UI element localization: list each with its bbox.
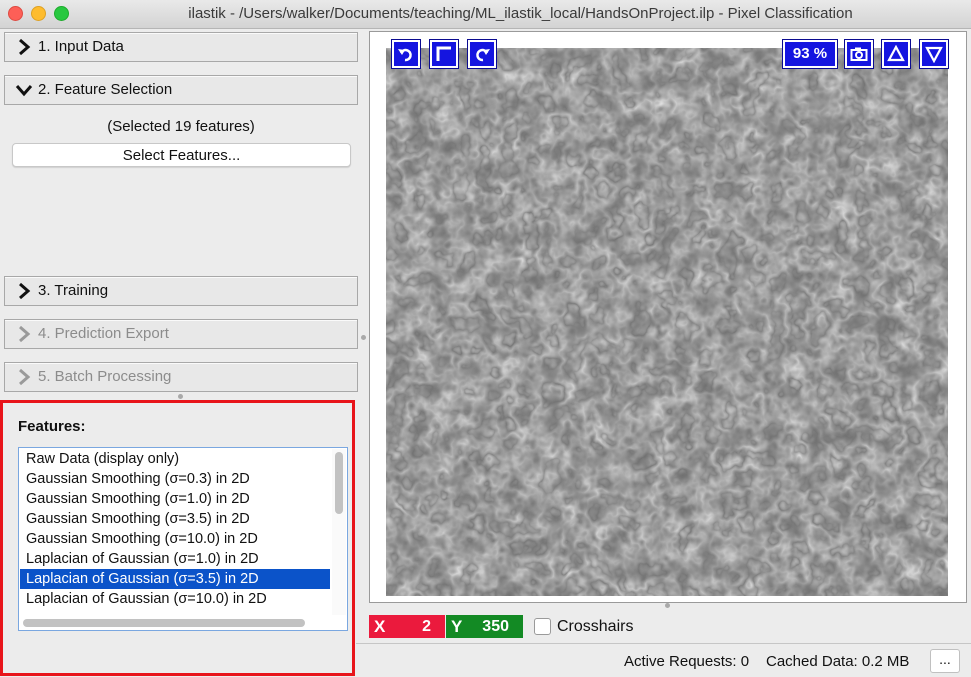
chevron-right-icon [19,38,31,56]
triangle-up-icon[interactable] [882,40,910,68]
active-requests: Active Requests: 0 [624,653,750,670]
vertical-splitter-handle[interactable] [361,335,366,340]
applet-header-training[interactable]: 3. Training [4,276,358,306]
applet-header-feature-selection[interactable]: 2. Feature Selection [4,75,358,105]
feature-selection-body: (Selected 19 features) Select Features..… [4,106,358,276]
feature-item[interactable]: Gaussian Smoothing (σ=3.5) in 2D [20,509,330,529]
applet-header-prediction-export[interactable]: 4. Prediction Export [4,319,358,349]
vertical-scrollbar-thumb[interactable] [335,452,343,514]
features-list[interactable]: Raw Data (display only) Gaussian Smoothi… [18,447,348,631]
viewer-splitter-handle[interactable] [665,603,670,608]
selected-features-count: (Selected 19 features) [107,118,255,135]
microscopy-image [386,48,948,596]
crosshairs-checkbox[interactable] [534,618,551,635]
more-button[interactable]: ... [930,649,960,673]
vertical-scrollbar[interactable] [332,449,346,615]
close-window-button[interactable] [8,6,23,21]
feature-item[interactable]: Gaussian Smoothing (σ=10.0) in 2D [20,529,330,549]
redo-arrow-icon[interactable] [468,40,496,68]
applet-label: 5. Batch Processing [38,368,172,385]
horizontal-splitter-handle[interactable] [178,394,183,399]
applet-label: 4. Prediction Export [38,325,169,342]
feature-item[interactable]: Gaussian Smoothing (σ=1.0) in 2D [20,489,330,509]
crosshairs-label: Crosshairs [557,618,634,635]
feature-item[interactable]: Raw Data (display only) [20,449,330,469]
y-coordinate: Y 350 [446,615,523,638]
cached-data: Cached Data: 0.2 MB [766,653,910,670]
applet-header-input-data[interactable]: 1. Input Data [4,32,358,62]
maximize-window-button[interactable] [54,6,69,21]
applet-header-batch-processing[interactable]: 5. Batch Processing [4,362,358,392]
undo-arrow-icon[interactable] [392,40,420,68]
features-label: Features: [18,418,86,435]
y-axis-label: Y [451,617,463,636]
camera-icon[interactable] [845,40,873,68]
x-axis-label: X [374,617,386,636]
image-canvas[interactable] [386,48,948,596]
applet-label: 3. Training [38,282,109,299]
feature-item-selected[interactable]: Laplacian of Gaussian (σ=3.5) in 2D [20,569,330,589]
feature-item[interactable]: Laplacian of Gaussian (σ=10.0) in 2D [20,589,330,609]
fit-corner-icon[interactable] [430,40,458,68]
x-coordinate-value[interactable]: 2 [422,615,431,638]
zoom-level[interactable]: 93 % [783,40,837,68]
applet-label: 2. Feature Selection [38,81,173,98]
minimize-window-button[interactable] [31,6,46,21]
image-viewer: 93 % [369,31,967,603]
title-bar: ilastik - /Users/walker/Documents/teachi… [0,0,971,29]
chevron-right-icon [19,325,31,343]
applet-label: 1. Input Data [38,38,124,55]
y-coordinate-value[interactable]: 350 [482,615,509,638]
status-bar: Active Requests: 0 Cached Data: 0.2 MB .… [356,643,971,677]
features-panel: Features: Raw Data (display only) Gaussi… [0,400,355,676]
window-title: ilastik - /Users/walker/Documents/teachi… [188,5,853,22]
feature-item[interactable]: Laplacian of Gaussian (σ=1.0) in 2D [20,549,330,569]
horizontal-scrollbar-thumb[interactable] [23,619,305,627]
triangle-down-icon[interactable] [920,40,948,68]
applet-drawer: 1. Input Data 2. Feature Selection (Sele… [0,29,362,395]
select-features-button[interactable]: Select Features... [12,143,351,167]
x-coordinate: X 2 [369,615,445,638]
chevron-right-icon [19,368,31,386]
chevron-right-icon [19,282,31,300]
chevron-down-icon [15,85,33,97]
feature-item[interactable]: Gaussian Smoothing (σ=0.3) in 2D [20,469,330,489]
